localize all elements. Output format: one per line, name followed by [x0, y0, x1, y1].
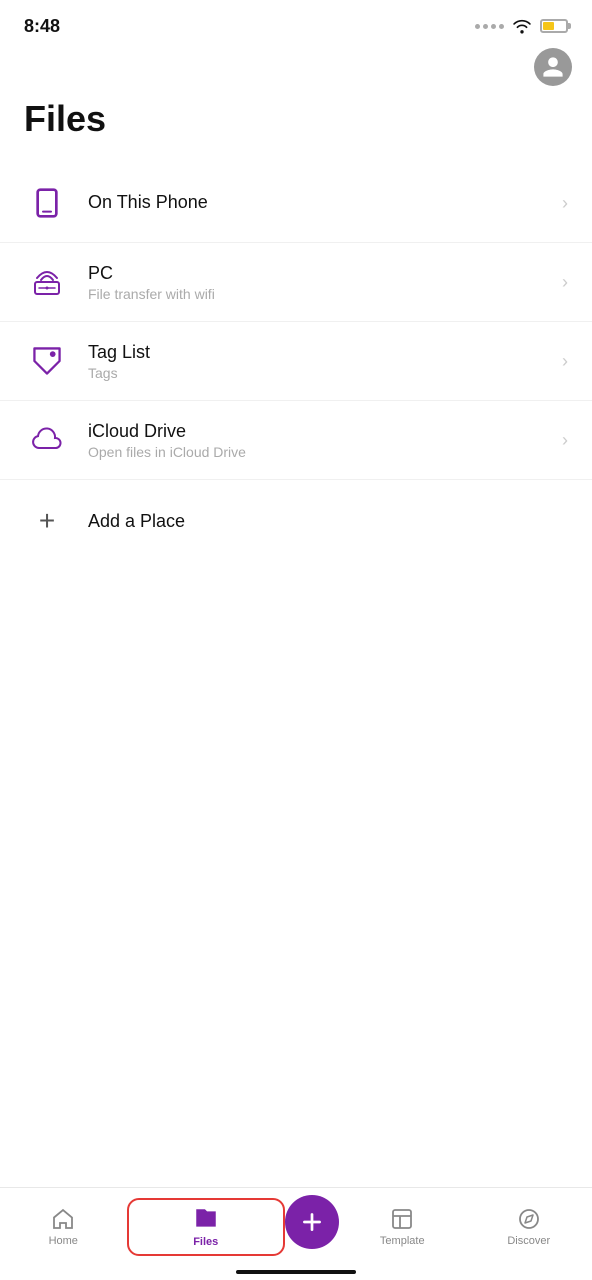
page-title: Files [0, 94, 592, 164]
tag-icon-container [24, 338, 70, 384]
chevron-icon: › [562, 430, 568, 451]
chevron-icon: › [562, 272, 568, 293]
nav-files-button[interactable]: Files [127, 1198, 286, 1256]
nav-discover-button[interactable]: Discover [466, 1203, 592, 1251]
profile-area [0, 48, 592, 94]
on-this-phone-title: On This Phone [88, 192, 562, 213]
avatar-icon [541, 55, 565, 79]
nav-files-label: Files [193, 1236, 218, 1248]
cloud-icon-container [24, 417, 70, 463]
files-list: On This Phone › PC File transfer with wi… [0, 164, 592, 480]
pc-item[interactable]: PC File transfer with wifi › [0, 243, 592, 322]
chevron-icon: › [562, 193, 568, 214]
icloud-item[interactable]: iCloud Drive Open files in iCloud Drive … [0, 401, 592, 480]
discover-icon [517, 1207, 541, 1231]
add-icon: + [24, 498, 70, 544]
pc-subtitle: File transfer with wifi [88, 286, 562, 302]
nav-home-label: Home [49, 1235, 78, 1247]
phone-icon-container [24, 180, 70, 226]
router-icon [31, 266, 63, 298]
status-time: 8:48 [24, 16, 60, 37]
tag-list-subtitle: Tags [88, 365, 562, 381]
nav-template-label: Template [380, 1235, 425, 1247]
chevron-icon: › [562, 351, 568, 372]
on-this-phone-item[interactable]: On This Phone › [0, 164, 592, 243]
tag-list-item[interactable]: Tag List Tags › [0, 322, 592, 401]
tag-icon [31, 345, 63, 377]
router-icon-container [24, 259, 70, 305]
battery-icon [540, 19, 568, 33]
profile-button[interactable] [534, 48, 572, 86]
pc-title: PC [88, 263, 562, 284]
home-indicator [236, 1270, 356, 1274]
add-place-item[interactable]: + Add a Place [0, 480, 592, 562]
nav-template-button[interactable]: Template [339, 1203, 466, 1251]
status-bar: 8:48 [0, 0, 592, 48]
nav-home-button[interactable]: Home [0, 1203, 127, 1251]
phone-icon [31, 187, 63, 219]
home-icon [51, 1207, 75, 1231]
pc-content: PC File transfer with wifi [88, 263, 562, 302]
icloud-content: iCloud Drive Open files in iCloud Drive [88, 421, 562, 460]
cloud-icon [31, 424, 63, 456]
status-icons [475, 18, 568, 34]
on-this-phone-content: On This Phone [88, 192, 562, 215]
add-place-label: Add a Place [88, 511, 185, 532]
tag-list-title: Tag List [88, 342, 562, 363]
plus-icon [299, 1209, 325, 1235]
wifi-icon [512, 18, 532, 34]
tag-list-content: Tag List Tags [88, 342, 562, 381]
nav-add-button[interactable] [285, 1195, 339, 1249]
icloud-subtitle: Open files in iCloud Drive [88, 444, 562, 460]
nav-discover-label: Discover [507, 1235, 550, 1247]
signal-icon [475, 24, 504, 29]
files-icon [193, 1206, 219, 1232]
template-icon [390, 1207, 414, 1231]
icloud-title: iCloud Drive [88, 421, 562, 442]
bottom-nav: Home Files Template Discover [0, 1187, 592, 1280]
